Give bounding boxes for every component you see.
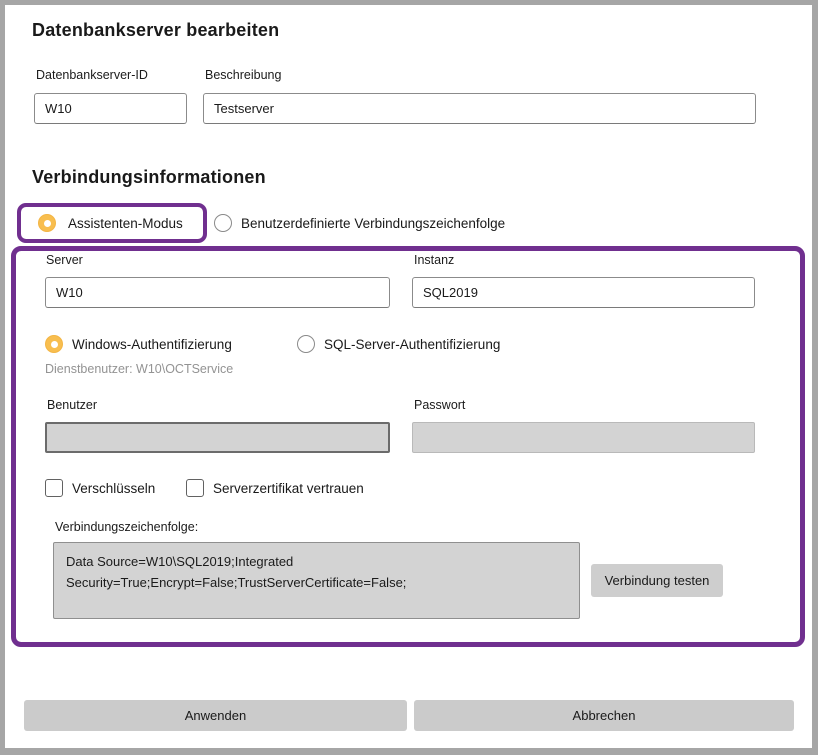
wizard-mode-radio-label: Assistenten-Modus (68, 216, 183, 231)
password-input-disabled (412, 422, 755, 453)
custom-mode-radio[interactable] (214, 214, 232, 232)
trust-cert-checkbox-option[interactable]: Serverzertifikat vertrauen (186, 479, 364, 497)
server-id-label: Datenbankserver-ID (36, 68, 148, 82)
user-label: Benutzer (47, 398, 97, 412)
server-id-input[interactable] (34, 93, 187, 124)
trust-cert-checkbox-label: Serverzertifikat vertrauen (213, 481, 364, 496)
encrypt-checkbox-label: Verschlüsseln (72, 481, 155, 496)
sql-auth-radio-option[interactable]: SQL-Server-Authentifizierung (297, 335, 500, 353)
server-label: Server (46, 253, 83, 267)
test-connection-button[interactable]: Verbindung testen (591, 564, 723, 597)
encrypt-checkbox[interactable] (45, 479, 63, 497)
connection-string-label: Verbindungszeichenfolge: (55, 520, 198, 534)
connection-section-heading: Verbindungsinformationen (32, 167, 266, 188)
custom-mode-radio-label: Benutzerdefinierte Verbindungszeichenfol… (241, 216, 505, 231)
wizard-mode-radio-highlight[interactable]: Assistenten-Modus (17, 203, 207, 243)
cancel-button[interactable]: Abbrechen (414, 700, 794, 731)
custom-mode-radio-option[interactable]: Benutzerdefinierte Verbindungszeichenfol… (214, 214, 505, 232)
wizard-mode-radio[interactable] (38, 214, 56, 232)
dialog-title: Datenbankserver bearbeiten (32, 20, 279, 41)
connection-string-box: Data Source=W10\SQL2019;Integrated Secur… (53, 542, 580, 619)
user-input-disabled (45, 422, 390, 453)
instance-label: Instanz (414, 253, 454, 267)
trust-cert-checkbox[interactable] (186, 479, 204, 497)
windows-auth-radio-label: Windows-Authentifizierung (72, 337, 232, 352)
server-input[interactable] (45, 277, 390, 308)
sql-auth-radio[interactable] (297, 335, 315, 353)
service-user-note: Dienstbenutzer: W10\OCTService (45, 362, 233, 376)
sql-auth-radio-label: SQL-Server-Authentifizierung (324, 337, 500, 352)
description-input[interactable] (203, 93, 756, 124)
windows-auth-radio[interactable] (45, 335, 63, 353)
description-label: Beschreibung (205, 68, 281, 82)
windows-auth-radio-option[interactable]: Windows-Authentifizierung (45, 335, 232, 353)
apply-button[interactable]: Anwenden (24, 700, 407, 731)
edit-database-server-dialog: Datenbankserver bearbeiten Datenbankserv… (0, 0, 818, 755)
instance-input[interactable] (412, 277, 755, 308)
encrypt-checkbox-option[interactable]: Verschlüsseln (45, 479, 155, 497)
password-label: Passwort (414, 398, 465, 412)
